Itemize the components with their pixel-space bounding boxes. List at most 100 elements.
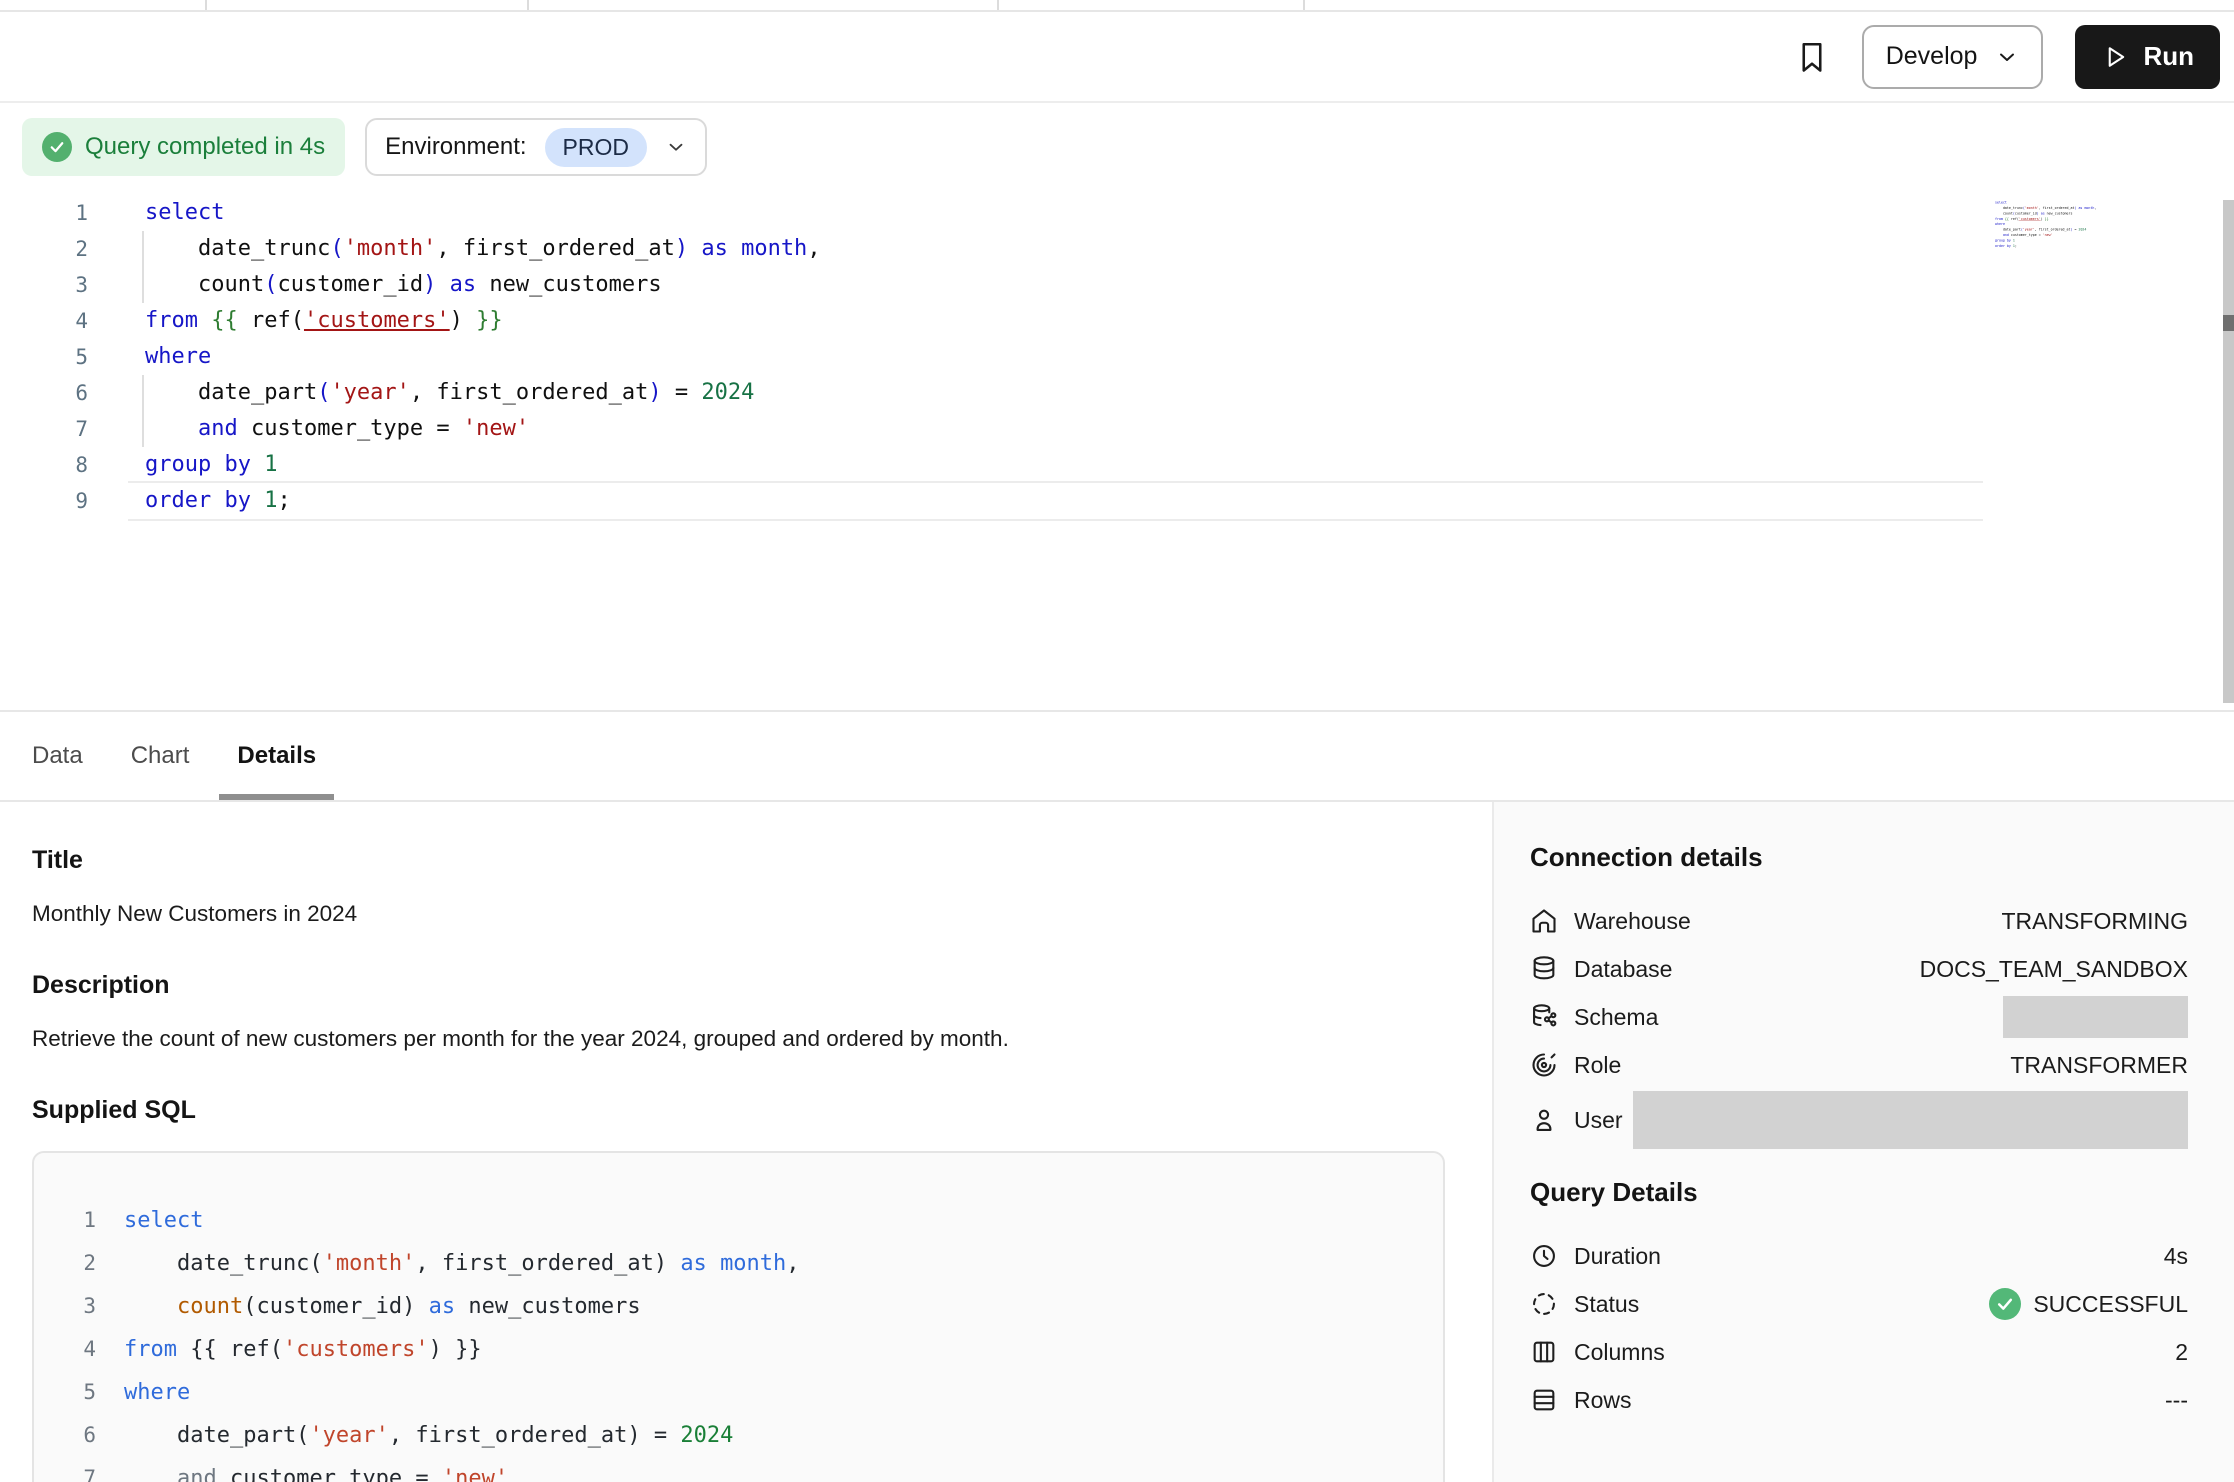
editor-line-7[interactable]: 7 and customer_type = 'new' xyxy=(0,411,2234,447)
check-icon xyxy=(1989,1288,2021,1320)
row-label: Columns xyxy=(1574,1339,1665,1366)
role-icon xyxy=(1530,1051,1558,1079)
code-text: where xyxy=(124,1371,190,1414)
supplied-sql-line-5: 5 where xyxy=(66,1371,1443,1414)
tab-divider xyxy=(997,0,999,10)
description-heading: Description xyxy=(32,971,1446,1000)
line-number: 3 xyxy=(0,267,88,303)
line-number: 2 xyxy=(66,1242,96,1285)
query-status-text: Query completed in 4s xyxy=(85,133,325,161)
line-number: 3 xyxy=(66,1285,96,1328)
code-text: date_part('year', first_ordered_at) = 20… xyxy=(145,375,754,411)
bookmark-icon[interactable] xyxy=(1794,39,1830,75)
query-status-pill: Query completed in 4s xyxy=(22,118,345,176)
line-number: 5 xyxy=(66,1371,96,1414)
code-text: from {{ ref('customers') }} xyxy=(145,303,503,339)
connection-details-heading: Connection details xyxy=(1530,842,2188,873)
chevron-down-icon xyxy=(1995,45,2019,69)
run-label: Run xyxy=(2143,41,2194,72)
toolbar: Develop Run xyxy=(0,12,2234,103)
code-text: date_trunc('month', first_ordered_at) as… xyxy=(145,231,821,267)
line-number: 6 xyxy=(66,1414,96,1457)
editor-minimap[interactable]: select date_trunc('month', first_ordered… xyxy=(1995,200,2105,250)
environment-dropdown[interactable]: Environment: PROD xyxy=(365,118,707,176)
title-value: Monthly New Customers in 2024 xyxy=(32,901,1446,927)
row-label: Duration xyxy=(1574,1243,1661,1270)
tab-details[interactable]: Details xyxy=(237,712,316,800)
row-value: TRANSFORMER xyxy=(2010,1052,2188,1079)
environment-label: Environment: xyxy=(385,133,526,161)
tab-divider xyxy=(1303,0,1305,10)
scrollbar-thumb[interactable] xyxy=(2223,315,2234,331)
supplied-sql-line-6: 6 date_part('year', first_ordered_at) = … xyxy=(66,1414,1443,1457)
editor-line-4[interactable]: 4from {{ ref('customers') }} xyxy=(0,303,2234,339)
develop-dropdown[interactable]: Develop xyxy=(1862,25,2044,89)
environment-badge: PROD xyxy=(545,128,647,167)
status-row: Query completed in 4s Environment: PROD xyxy=(0,103,2234,177)
line-number: 8 xyxy=(0,447,88,483)
supplied-sql-line-3: 3 count(customer_id) as new_customers xyxy=(66,1285,1443,1328)
editor-lines: 1 select2 date_trunc('month', first_order… xyxy=(0,195,2234,519)
code-text: and customer_type = 'new' xyxy=(145,411,529,447)
editor-scrollbar[interactable] xyxy=(2223,200,2234,703)
supplied-sql-line-7: 7 and customer_type = 'new' xyxy=(66,1457,1443,1482)
status-value: SUCCESSFUL xyxy=(1989,1288,2188,1320)
supplied-sql-heading: Supplied SQL xyxy=(32,1096,1446,1125)
editor-line-6[interactable]: 6 date_part('year', first_ordered_at) = … xyxy=(0,375,2234,411)
editor-line-3[interactable]: 3 count(customer_id) as new_customers xyxy=(0,267,2234,303)
chevron-down-icon xyxy=(665,136,687,158)
tab-data[interactable]: Data xyxy=(32,712,83,800)
columns-icon xyxy=(1530,1338,1558,1366)
row-label: Warehouse xyxy=(1574,908,1691,935)
code-text: date_trunc('month', first_ordered_at) as… xyxy=(124,1242,800,1285)
details-panel: Title Monthly New Customers in 2024 Desc… xyxy=(0,802,1492,1482)
database-icon xyxy=(1530,955,1558,983)
editor-line-9[interactable]: 9 order by 1; xyxy=(0,483,2234,519)
line-number: 1 xyxy=(0,195,88,231)
run-button[interactable]: Run xyxy=(2075,25,2220,89)
row-value: 2 xyxy=(2175,1339,2188,1366)
row-label: Schema xyxy=(1574,1004,1658,1031)
row-value: TRANSFORMING xyxy=(2001,908,2188,935)
detail-row-rows: Rows--- xyxy=(1530,1376,2188,1424)
code-text: select xyxy=(145,195,224,231)
row-value: SUCCESSFUL xyxy=(2033,1291,2188,1318)
line-number: 5 xyxy=(0,339,88,375)
detail-row-duration: Duration4s xyxy=(1530,1232,2188,1280)
supplied-sql-line-1: 1select xyxy=(66,1199,1443,1242)
row-label: Rows xyxy=(1574,1387,1632,1414)
row-label: Status xyxy=(1574,1291,1639,1318)
line-number: 7 xyxy=(66,1457,96,1482)
code-text: order by 1; xyxy=(145,483,291,519)
row-label: Database xyxy=(1574,956,1672,983)
editor-line-1[interactable]: 1 select xyxy=(0,195,2234,231)
details-content: Title Monthly New Customers in 2024 Desc… xyxy=(0,802,2234,1482)
row-label: Role xyxy=(1574,1052,1621,1079)
code-text: and customer_type = 'new' xyxy=(124,1457,508,1482)
row-label: User xyxy=(1574,1107,1623,1134)
editor-line-8[interactable]: 8 group by 1 xyxy=(0,447,2234,483)
play-icon xyxy=(2101,43,2129,71)
editor-line-5[interactable]: 5where xyxy=(0,339,2234,375)
connection-rows: Warehouse TRANSFORMING Database DOCS_TEAM_S… xyxy=(1530,897,2188,1151)
check-icon xyxy=(42,132,72,162)
detail-row-database: Database DOCS_TEAM_SANDBOX xyxy=(1530,945,2188,993)
code-text: select xyxy=(124,1199,203,1242)
code-text: from {{ ref('customers') }} xyxy=(124,1328,482,1371)
query-rows: Duration4s Status SUCCESSFUL Columns 2 Rows--… xyxy=(1530,1232,2188,1424)
redacted-value xyxy=(2003,996,2188,1038)
row-value: DOCS_TEAM_SANDBOX xyxy=(1920,956,2188,983)
connection-panel: Connection details Warehouse TRANSFORMING… xyxy=(1492,802,2234,1482)
line-number: 9 xyxy=(0,483,88,519)
query-details-heading: Query Details xyxy=(1530,1177,2188,1208)
editor-line-2[interactable]: 2 date_trunc('month', first_ordered_at) … xyxy=(0,231,2234,267)
line-number: 6 xyxy=(0,375,88,411)
tab-chart[interactable]: Chart xyxy=(131,712,190,800)
code-text: group by 1 xyxy=(145,447,277,483)
duration-icon xyxy=(1530,1242,1558,1270)
code-text: date_part('year', first_ordered_at) = 20… xyxy=(124,1414,733,1457)
develop-label: Develop xyxy=(1886,42,1978,71)
user-icon xyxy=(1530,1106,1558,1134)
sql-editor[interactable]: 1 select2 date_trunc('month', first_order… xyxy=(0,177,2234,710)
results-tabs: Data Chart Details xyxy=(0,710,2234,802)
